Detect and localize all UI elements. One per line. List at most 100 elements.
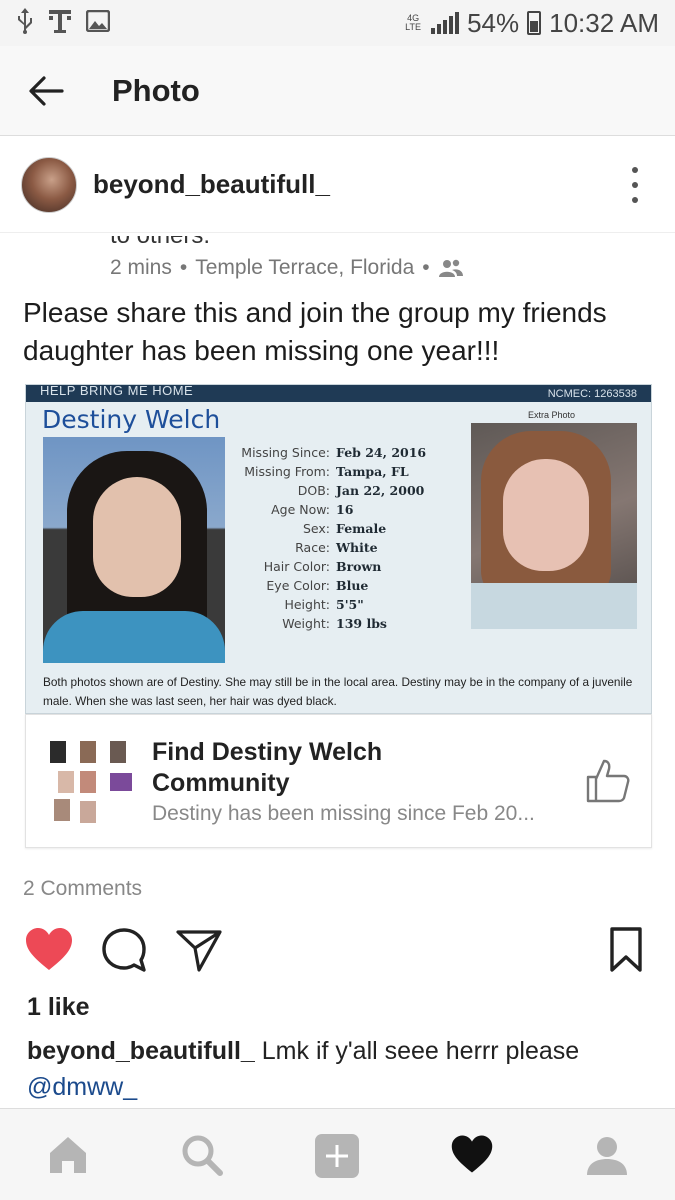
stat-value: Feb 24, 2016 bbox=[336, 445, 427, 460]
time-ago: 2 mins bbox=[110, 256, 172, 279]
missing-poster: HELP BRING ME HOME NCMEC: 1263538 Destin… bbox=[25, 384, 652, 714]
clock: 10:32 AM bbox=[549, 7, 659, 38]
nav-activity-button[interactable] bbox=[450, 1133, 494, 1177]
more-dot bbox=[632, 197, 638, 203]
more-options-button[interactable] bbox=[625, 167, 645, 203]
group-title: Find Destiny Welch Community bbox=[152, 738, 383, 797]
stat-key: Sex: bbox=[302, 521, 330, 536]
mention-link[interactable]: @dmww_ bbox=[27, 1073, 137, 1101]
caption-username[interactable]: beyond_beautifull_ bbox=[27, 1037, 255, 1065]
extra-photo bbox=[471, 423, 637, 629]
like-button[interactable] bbox=[24, 926, 74, 976]
status-icons-left bbox=[16, 7, 111, 40]
caption-text: Lmk if y'all seee herrr please bbox=[261, 1037, 580, 1065]
t-mobile-icon bbox=[48, 7, 72, 40]
stat-key: Missing Since: bbox=[241, 445, 330, 460]
arrow-left-icon bbox=[29, 75, 64, 106]
stat-value: 139 lbs bbox=[336, 616, 387, 631]
share-icon bbox=[176, 930, 222, 972]
stat-value: Jan 22, 2000 bbox=[336, 483, 425, 498]
more-dot bbox=[632, 182, 638, 188]
stat-row: Height: 5'5" bbox=[236, 595, 426, 614]
home-icon bbox=[50, 1137, 86, 1173]
stat-row: Missing Since: Feb 24, 2016 bbox=[236, 443, 426, 462]
stat-value: 16 bbox=[336, 502, 354, 517]
profile-icon bbox=[587, 1137, 627, 1175]
stat-key: DOB: bbox=[297, 483, 330, 498]
stat-row: DOB: Jan 22, 2000 bbox=[236, 481, 426, 500]
cropped-text-line: to others. bbox=[110, 236, 310, 246]
stat-value: Tampa, FL bbox=[336, 464, 409, 479]
cropped-text: to others. bbox=[110, 236, 310, 246]
stat-key: Missing From: bbox=[244, 464, 330, 479]
banner-left: HELP BRING ME HOME bbox=[40, 384, 194, 398]
location: Temple Terrace, Florida bbox=[195, 256, 415, 279]
status-icons-right: 4G LTE 54% 10:32 AM bbox=[403, 8, 659, 39]
group-collage-thumbnail bbox=[50, 741, 132, 825]
post-header: beyond_beautifull_ bbox=[0, 137, 675, 233]
stat-key: Weight: bbox=[282, 616, 330, 631]
likes-count[interactable]: 1 like bbox=[27, 993, 90, 1022]
search-icon bbox=[182, 1135, 223, 1176]
stat-row: Age Now: 16 bbox=[236, 500, 426, 519]
stat-key: Hair Color: bbox=[263, 559, 330, 574]
bookmark-icon bbox=[610, 927, 642, 972]
stat-value: 5'5" bbox=[336, 597, 364, 612]
stat-row: Race: White bbox=[236, 538, 426, 557]
app-header: Photo bbox=[0, 46, 675, 136]
post-text: Please share this and join the group my … bbox=[23, 297, 607, 366]
comment-button[interactable] bbox=[100, 926, 150, 976]
nav-search-button[interactable] bbox=[180, 1133, 224, 1177]
bottom-nav bbox=[0, 1108, 675, 1200]
stat-row: Missing From: Tampa, FL bbox=[236, 462, 426, 481]
group-link-card[interactable]: Find Destiny Welch Community Destiny has… bbox=[25, 714, 652, 848]
page-title: Photo bbox=[112, 72, 200, 108]
stat-value: Female bbox=[336, 521, 387, 536]
nav-add-button[interactable] bbox=[314, 1133, 359, 1178]
back-button[interactable] bbox=[16, 61, 76, 121]
friends-icon bbox=[438, 259, 463, 277]
meta-separator: • bbox=[179, 256, 188, 279]
main-photo bbox=[43, 437, 225, 663]
signal-icon bbox=[431, 12, 460, 34]
status-bar: 4G LTE 54% 10:32 AM bbox=[0, 0, 675, 46]
activity-icon bbox=[451, 1135, 493, 1173]
usb-icon bbox=[16, 7, 34, 39]
bookmark-button[interactable] bbox=[604, 926, 654, 976]
post-meta: 2 mins • Temple Terrace, Florida • bbox=[110, 256, 464, 280]
stat-key: Eye Color: bbox=[266, 578, 330, 593]
avatar[interactable] bbox=[21, 156, 77, 213]
image-icon bbox=[85, 9, 111, 37]
caption: beyond_beautifull_ Lmk if y'all seee her… bbox=[27, 1033, 647, 1105]
stats-table: Missing Since: Feb 24, 2016 Missing From:… bbox=[236, 443, 426, 633]
battery-percent: 54% bbox=[467, 7, 520, 38]
stat-row: Weight: 139 lbs bbox=[236, 614, 426, 633]
stat-value: Blue bbox=[336, 578, 369, 593]
post-actions bbox=[0, 926, 675, 978]
stat-value: White bbox=[336, 540, 378, 555]
poster-name: Destiny Welch bbox=[42, 405, 221, 434]
stat-value: Brown bbox=[336, 559, 382, 574]
extra-photo-label: Extra Photo bbox=[528, 410, 576, 420]
nav-profile-button[interactable] bbox=[585, 1133, 629, 1177]
banner-right: NCMEC: 1263538 bbox=[547, 387, 637, 400]
poster-description: Both photos shown are of Destiny. She ma… bbox=[43, 675, 633, 708]
nav-home-button[interactable] bbox=[46, 1133, 90, 1177]
stat-key: Age Now: bbox=[271, 502, 330, 517]
post-username[interactable]: beyond_beautifull_ bbox=[93, 169, 330, 200]
share-button[interactable] bbox=[175, 926, 225, 976]
thumbs-up-icon[interactable] bbox=[584, 757, 632, 805]
comment-icon bbox=[102, 928, 146, 972]
network-indicator: 4G LTE bbox=[403, 14, 423, 32]
stat-row: Eye Color: Blue bbox=[236, 576, 426, 595]
network-label: 4G LTE bbox=[405, 13, 422, 32]
meta-separator: • bbox=[422, 256, 430, 279]
poster-banner: HELP BRING ME HOME NCMEC: 1263538 bbox=[26, 385, 651, 402]
more-dot bbox=[632, 167, 638, 173]
post-image: to others. 2 mins • Temple Terrace, Flor… bbox=[0, 236, 675, 906]
add-icon bbox=[315, 1134, 359, 1178]
stat-key: Height: bbox=[284, 597, 330, 612]
stat-key: Race: bbox=[295, 540, 330, 555]
battery-icon bbox=[527, 11, 542, 35]
heart-icon bbox=[26, 928, 72, 970]
